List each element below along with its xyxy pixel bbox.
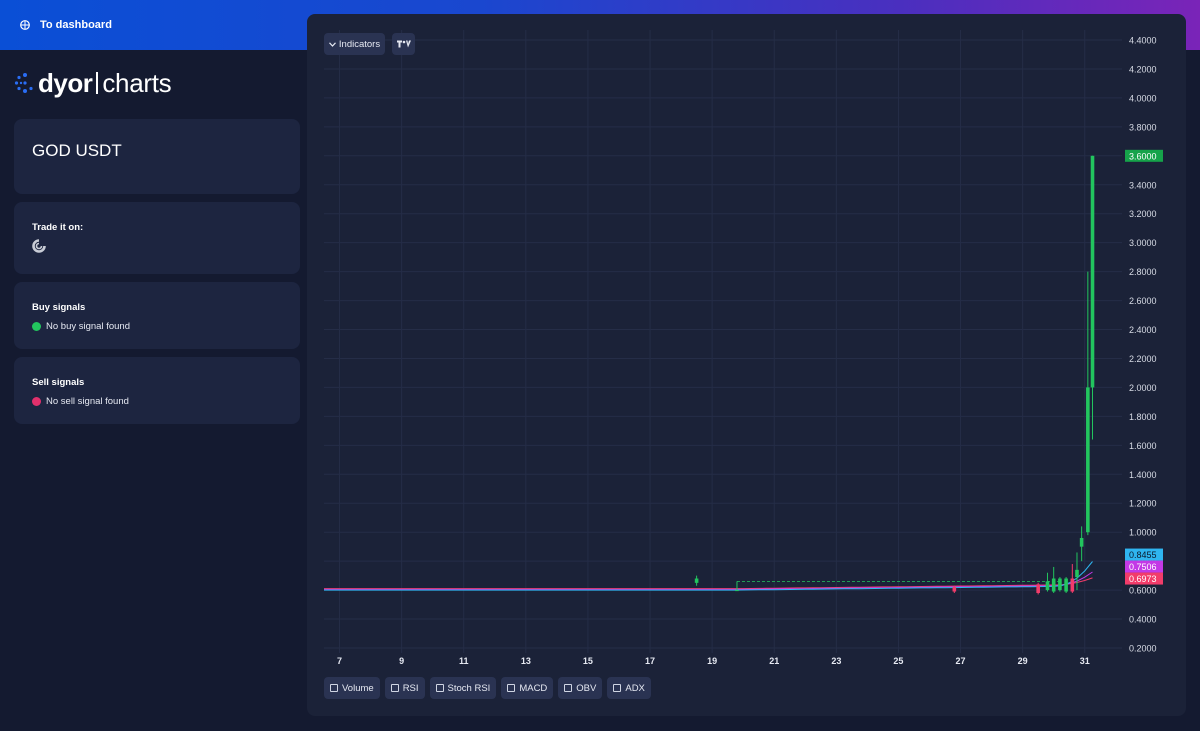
x-tick-label: 15 <box>583 656 593 666</box>
indicators-button[interactable]: Indicators <box>324 33 385 55</box>
indicator-toggle-label: MACD <box>519 682 548 694</box>
sell-signal-status: No sell signal found <box>32 396 129 407</box>
buy-signals-label: Buy signals <box>32 302 86 313</box>
candle-body[interactable] <box>1086 387 1090 533</box>
chart-panel[interactable]: 4.4000 4.2000 4.0000 3.8000 3.6000 3.4000 3.20… <box>307 14 1186 716</box>
trade-card: Trade it on: <box>14 202 300 274</box>
indicator-toggle-macd[interactable]: MACD <box>501 677 554 699</box>
candle-body[interactable] <box>1070 578 1075 592</box>
y-tick-label: 3.4000 <box>1129 180 1157 190</box>
y-tick-label: 2.2000 <box>1129 354 1157 364</box>
candle-body[interactable] <box>1079 537 1084 547</box>
y-tick-label: 0.2000 <box>1129 644 1157 654</box>
x-tick-label: 13 <box>521 656 531 666</box>
logo-dots-icon <box>14 73 33 93</box>
buy-signals-card: Buy signals No buy signal found <box>14 282 300 349</box>
logo-text-dyor: dyor <box>38 67 93 98</box>
candle-body[interactable] <box>1036 584 1040 593</box>
indicator-toggle-bar: Volume RSI Stoch RSI MACD OBV ADX <box>324 677 651 699</box>
y-tick-label: 1.4000 <box>1129 470 1157 480</box>
chevron-down-icon <box>328 41 336 47</box>
x-tick-label: 19 <box>707 656 717 666</box>
sell-signals-card: Sell signals No sell signal found <box>14 357 300 424</box>
to-dashboard-label: To dashboard <box>40 19 112 31</box>
tradingview-icon <box>396 40 411 48</box>
indicator-toggle-stoch-rsi[interactable]: Stoch RSI <box>429 677 497 699</box>
checkbox-icon[interactable] <box>435 684 444 692</box>
sell-signal-text: No sell signal found <box>46 396 129 407</box>
x-tick-label: 11 <box>459 656 469 666</box>
indicator-toggle-label: ADX <box>625 682 645 694</box>
y-tick-label: 2.6000 <box>1129 296 1157 306</box>
y-tick-label: 1.0000 <box>1129 528 1157 538</box>
logo-divider <box>96 72 99 94</box>
logo-text-charts: charts <box>102 67 172 98</box>
pair-title: GOD USDT <box>32 141 122 160</box>
buy-signal-status: No buy signal found <box>32 321 130 332</box>
indicator-toggle-rsi[interactable]: RSI <box>384 677 425 699</box>
x-tick-label: 31 <box>1080 656 1090 666</box>
y-tick-label: 1.2000 <box>1129 499 1157 509</box>
red-status-icon <box>32 397 41 406</box>
y-tick-label: 4.4000 <box>1129 36 1157 46</box>
candle-body[interactable] <box>1051 578 1056 592</box>
green-status-icon <box>32 322 41 331</box>
checkbox-icon[interactable] <box>390 684 399 692</box>
y-tick-label: 0.6000 <box>1129 586 1157 596</box>
x-tick-label: 21 <box>769 656 779 666</box>
checkbox-icon[interactable] <box>613 684 622 692</box>
dyor-charts-logo: dyor charts <box>14 67 172 98</box>
y-tick-label: 2.0000 <box>1129 383 1157 393</box>
candle-body[interactable] <box>952 587 957 592</box>
to-dashboard-link[interactable]: To dashboard <box>20 17 112 33</box>
buy-signal-text: No buy signal found <box>46 321 130 332</box>
candle-body[interactable] <box>1064 578 1068 592</box>
x-tick-label: 25 <box>893 656 903 666</box>
y-tick-label: 3.2000 <box>1129 209 1157 219</box>
candle-body[interactable] <box>1090 155 1095 388</box>
y-tick-label: 1.6000 <box>1129 441 1157 451</box>
globe-icon <box>20 20 30 30</box>
indicator-toggle-volume[interactable]: Volume <box>324 677 380 699</box>
ma-badge-label: 0.8455 <box>1129 550 1157 560</box>
indicator-toggle-obv[interactable]: OBV <box>558 677 603 699</box>
last-price-badge: 3.6000 <box>1129 151 1157 161</box>
x-tick-label: 7 <box>337 656 342 666</box>
pair-card: GOD USDT <box>14 119 300 194</box>
checkbox-icon[interactable] <box>330 684 338 692</box>
ma-badge-label: 0.7506 <box>1129 562 1157 572</box>
y-tick-label: 4.0000 <box>1129 93 1157 103</box>
indicator-toggle-label: Volume <box>342 682 374 694</box>
candle-body[interactable] <box>1075 569 1079 578</box>
tradingview-logo-button[interactable] <box>392 33 415 55</box>
x-tick-label: 27 <box>956 656 966 666</box>
indicator-toggle-label: Stoch RSI <box>447 682 491 694</box>
y-tick-label: 2.8000 <box>1129 267 1157 277</box>
ma-badge-label: 0.6973 <box>1129 574 1157 584</box>
indicator-toggle-label: RSI <box>402 682 419 694</box>
y-tick-label: 4.2000 <box>1129 64 1157 74</box>
x-tick-label: 9 <box>399 656 404 666</box>
indicator-toggle-label: OBV <box>576 682 597 694</box>
checkbox-icon[interactable] <box>507 684 516 692</box>
y-tick-label: 3.0000 <box>1129 238 1157 248</box>
candle-body[interactable] <box>694 578 699 583</box>
y-tick-label: 1.8000 <box>1129 412 1157 422</box>
candle-body[interactable] <box>735 590 739 592</box>
indicators-label: Indicators <box>338 38 381 50</box>
price-chart[interactable]: 4.4000 4.2000 4.0000 3.8000 3.6000 3.4000 3.20… <box>307 14 1186 716</box>
y-tick-label: 2.4000 <box>1129 325 1157 335</box>
sell-signals-label: Sell signals <box>32 377 85 388</box>
indicator-toggle-adx[interactable]: ADX <box>607 677 651 699</box>
candle-body[interactable] <box>1045 581 1050 591</box>
candle-body[interactable] <box>1058 578 1062 591</box>
x-tick-label: 23 <box>831 656 841 666</box>
x-tick-label: 29 <box>1018 656 1028 666</box>
exchange-logo-icon[interactable] <box>32 239 46 253</box>
checkbox-icon[interactable] <box>564 684 573 692</box>
y-tick-label: 0.4000 <box>1129 615 1157 625</box>
trade-label: Trade it on: <box>32 222 84 233</box>
y-tick-label: 3.8000 <box>1129 122 1157 132</box>
x-tick-label: 17 <box>645 656 655 666</box>
